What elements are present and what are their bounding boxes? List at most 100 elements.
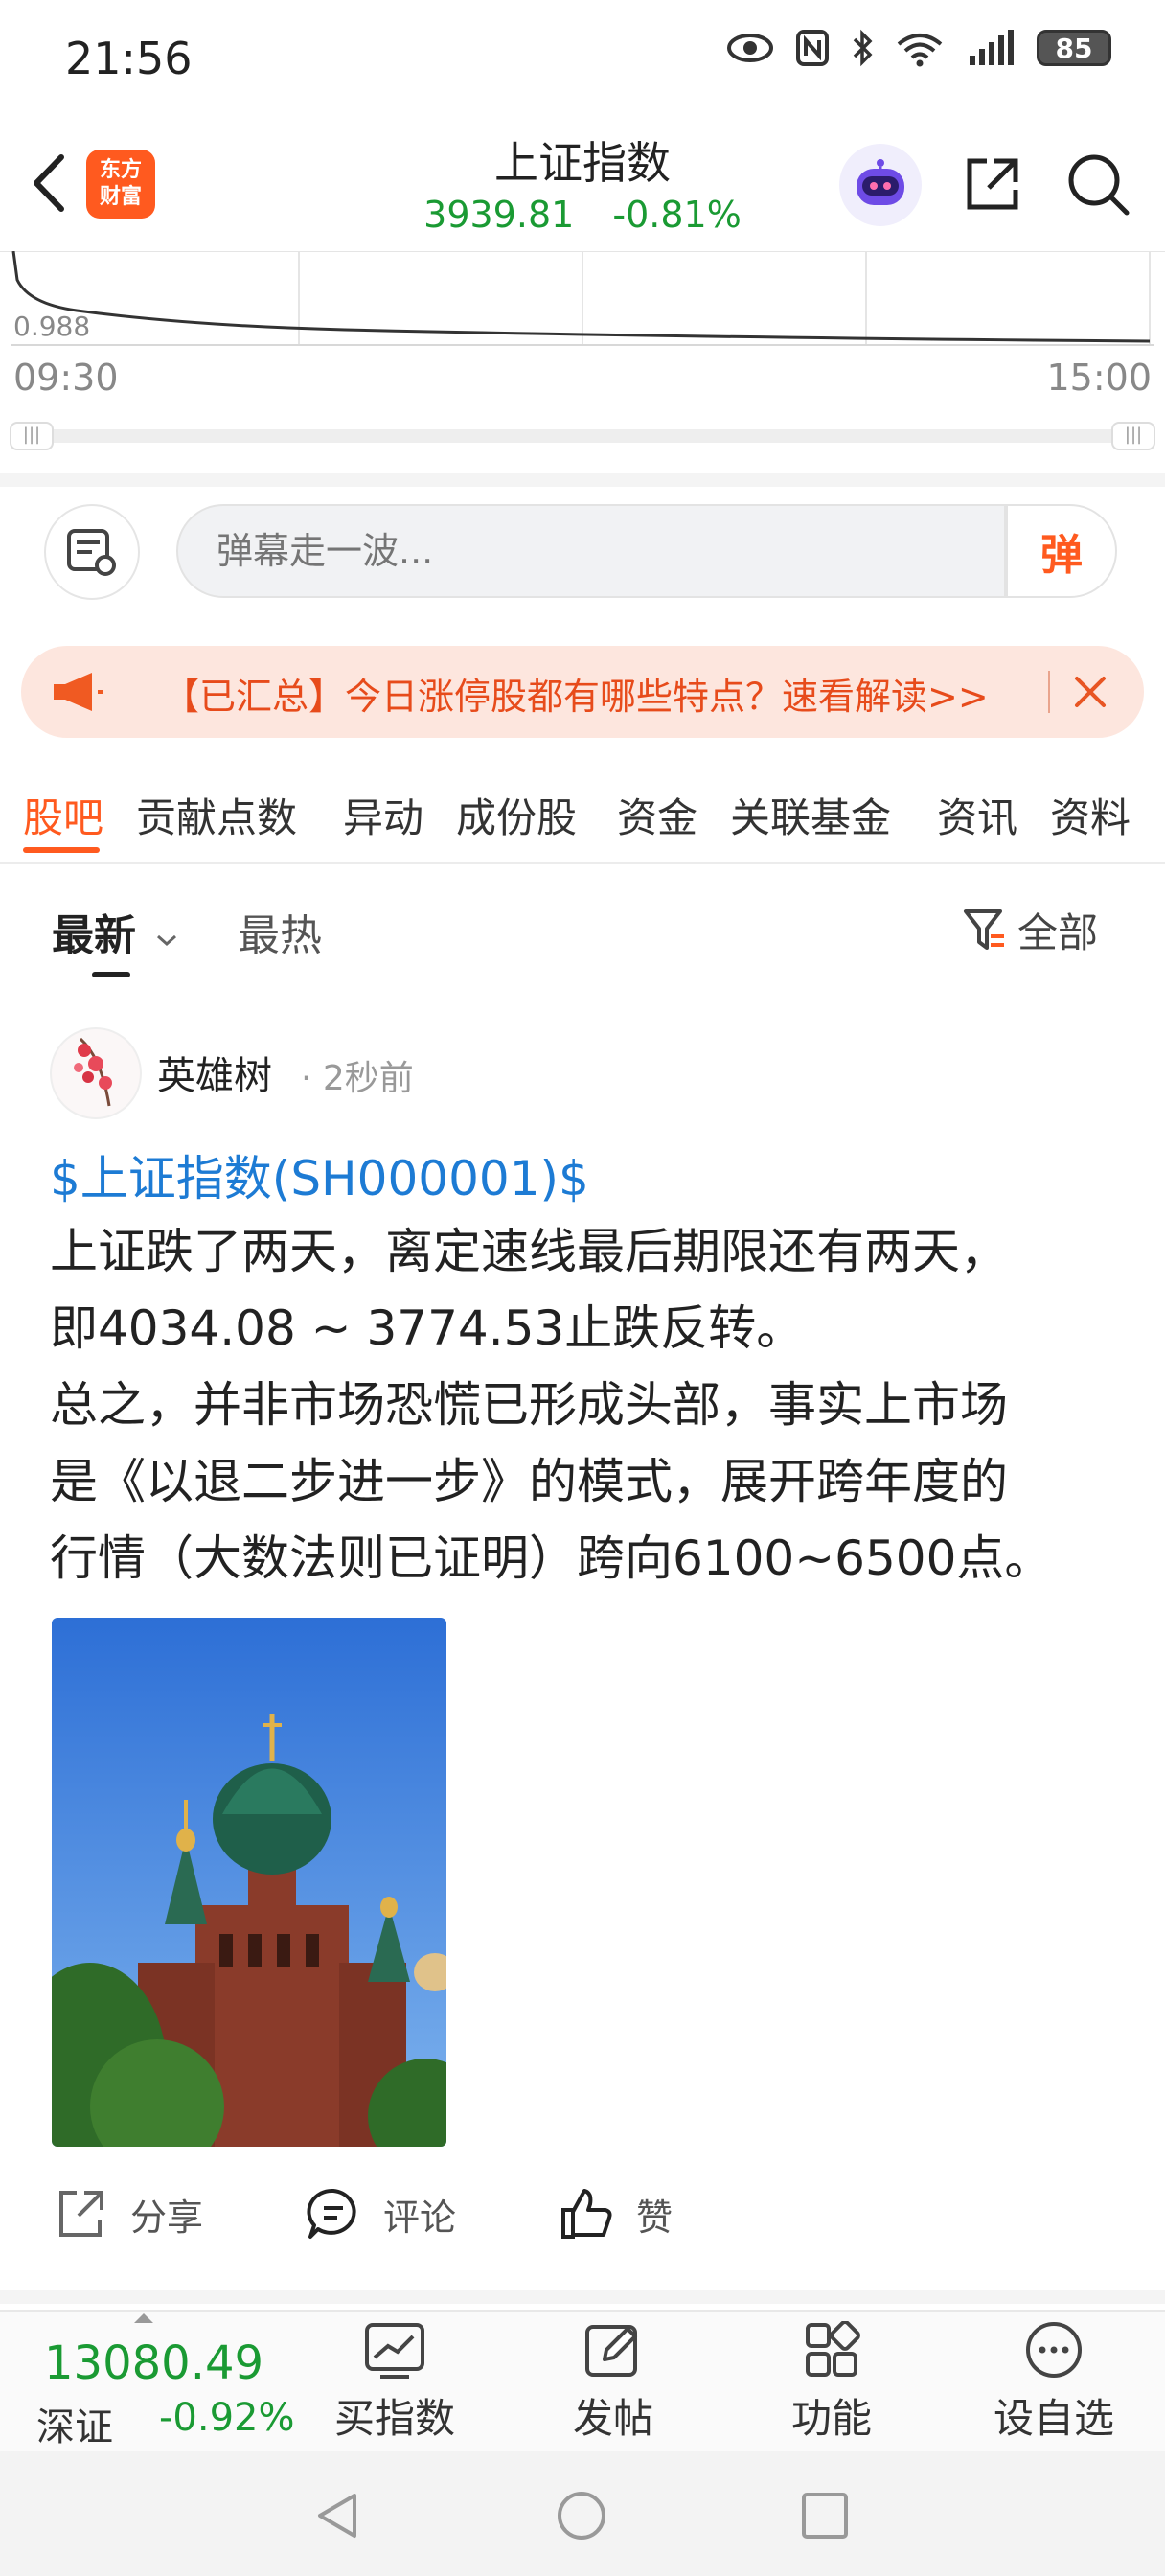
avatar[interactable] (50, 1027, 142, 1119)
tab-capital[interactable]: 资金 (617, 786, 697, 844)
nav-post[interactable]: 发帖 (527, 2321, 699, 2445)
index-ticker-value: 13080.49 (44, 2336, 264, 2390)
edit-icon (585, 2325, 637, 2377)
comment-action[interactable]: 评论 (305, 2185, 456, 2242)
nav-functions-label: 功能 (790, 2395, 872, 2442)
tab-active-indicator (23, 847, 100, 853)
bluetooth-icon (853, 29, 873, 67)
signal-icon (970, 30, 1014, 65)
megaphone-icon (54, 673, 103, 711)
tab-profile[interactable]: 资料 (1050, 786, 1131, 844)
close-icon (1075, 677, 1106, 707)
post-line: 行情（大数法则已证明）跨向6100~6500点。 (50, 1530, 1053, 1586)
post-body: 上证跌了两天，离定速线最后期限还有两天， 即4034.08 ~ 3774.53止… (50, 1213, 1123, 1597)
nav-buy-index[interactable]: 买指数 (308, 2321, 481, 2445)
eye-icon (727, 34, 773, 62)
danmu-bar: 弹 (0, 487, 1165, 611)
slider-handle-left[interactable]: ||| (10, 422, 54, 450)
nav-functions[interactable]: 功能 (745, 2321, 918, 2445)
status-time: 21:56 (65, 33, 193, 84)
post-username[interactable]: 英雄树 (157, 1045, 272, 1100)
slider-track (10, 429, 1155, 443)
sort-latest[interactable]: 最新 (52, 901, 179, 962)
share-icon (59, 2191, 103, 2237)
like-action[interactable]: 赞 (558, 2185, 673, 2242)
nav-add-watchlist[interactable]: 设自选 (968, 2321, 1140, 2445)
system-home-icon[interactable] (556, 2490, 607, 2542)
robot-icon (857, 159, 904, 205)
index-ticker-name: 深证 (36, 2405, 113, 2450)
post-image[interactable] (52, 1618, 446, 2147)
nfc-icon (796, 30, 829, 66)
bottom-bar: 13080.49 深证 -0.92% 买指数 发帖 功能 设自选 (0, 2310, 1165, 2453)
tab-bar: 股吧 贡献点数 异动 成份股 资金 关联基金 资讯 资料 (0, 767, 1165, 864)
post-line: 即4034.08 ~ 3774.53止跌反转。 (50, 1300, 805, 1356)
index-ticker-change: -0.92% (159, 2396, 295, 2440)
index-ticker[interactable]: 13080.49 深证 -0.92% (0, 2312, 316, 2453)
share-label: 分享 (130, 2196, 204, 2239)
banner-text: 【已汇总】今日涨停股都有哪些特点？速看解读>> (163, 676, 989, 718)
sort-bar: 最新 最热 全部 (0, 872, 1165, 978)
filter-label: 全部 (1017, 909, 1099, 956)
time-start: 09:30 (13, 356, 119, 399)
tab-news[interactable]: 资讯 (937, 786, 1017, 844)
tab-contribution[interactable]: 贡献点数 (136, 786, 297, 844)
comment-icon (307, 2188, 356, 2239)
chart-trend-icon (365, 2323, 424, 2379)
nav-post-label: 发帖 (572, 2395, 653, 2442)
post-line: 总之，并非市场恐慌已形成头部，事实上市场 (50, 1377, 1008, 1433)
grid-icon (806, 2321, 860, 2377)
section-divider (0, 2290, 1165, 2304)
tab-related-funds[interactable]: 关联基金 (730, 786, 891, 844)
danmu-input[interactable] (176, 504, 1006, 598)
nav-add-watchlist-label: 设自选 (993, 2395, 1114, 2442)
banner-separator (1048, 671, 1050, 713)
search-button[interactable] (1063, 150, 1132, 218)
assistant-robot-button[interactable] (839, 144, 922, 226)
chart-y-label: 0.988 (13, 310, 91, 342)
tab-movement[interactable]: 异动 (343, 786, 423, 844)
announcement-banner[interactable]: 【已汇总】今日涨停股都有哪些特点？速看解读>> (21, 646, 1144, 738)
post-actions: 分享 评论 赞 (0, 2156, 1165, 2271)
tab-guba[interactable]: 股吧 (23, 786, 103, 844)
index-price: 3939.81 (423, 194, 575, 236)
search-icon (1068, 154, 1130, 216)
wifi-icon (897, 34, 943, 67)
more-icon (1026, 2322, 1082, 2378)
danmu-send-button[interactable]: 弹 (1006, 504, 1117, 598)
header: 东方 财富 上证指数 3939.81 -0.81% (0, 115, 1165, 249)
danmu-send-label: 弹 (1040, 531, 1083, 580)
filter-button[interactable]: 全部 (962, 901, 1098, 959)
share-button[interactable] (958, 150, 1027, 218)
sort-hot[interactable]: 最热 (238, 901, 322, 962)
status-bar: 21:56 85 (0, 0, 1165, 115)
sort-active-indicator (92, 972, 130, 978)
section-divider (0, 473, 1165, 487)
share-icon (967, 158, 1018, 210)
tab-components[interactable]: 成份股 (456, 786, 577, 844)
system-navigation-bar (0, 2451, 1165, 2576)
intraday-chart: 0.988 (0, 250, 1165, 347)
danmu-settings-button[interactable] (44, 504, 140, 600)
chevron-down-icon (157, 934, 177, 947)
post-time: · 2秒前 (301, 1059, 414, 1098)
thumbs-up-icon (561, 2189, 612, 2239)
banner-close-button[interactable] (1063, 665, 1117, 719)
system-recents-icon[interactable] (799, 2490, 851, 2542)
share-action[interactable]: 分享 (52, 2185, 203, 2242)
battery-icon: 85 (1037, 30, 1111, 66)
post-line: 是《以退二步进一步》的模式，展开跨年度的 (50, 1454, 1008, 1509)
system-back-icon[interactable] (312, 2490, 364, 2542)
chart-time-labels: 09:30 15:00 (0, 356, 1165, 404)
status-icons: 85 (726, 29, 1111, 67)
like-label: 赞 (636, 2196, 674, 2239)
comment-label: 评论 (383, 2196, 457, 2239)
chart-range-slider[interactable]: ||| ||| (10, 422, 1155, 450)
time-end: 15:00 (1046, 356, 1152, 399)
sort-latest-label: 最新 (52, 911, 136, 960)
post-line: 上证跌了两天，离定速线最后期限还有两天， (50, 1224, 1008, 1279)
danmu-settings-icon (67, 529, 116, 576)
stock-link[interactable]: $上证指数(SH000001)$ (50, 1140, 589, 1209)
nav-buy-index-label: 买指数 (333, 2395, 455, 2442)
slider-handle-right[interactable]: ||| (1111, 422, 1155, 450)
